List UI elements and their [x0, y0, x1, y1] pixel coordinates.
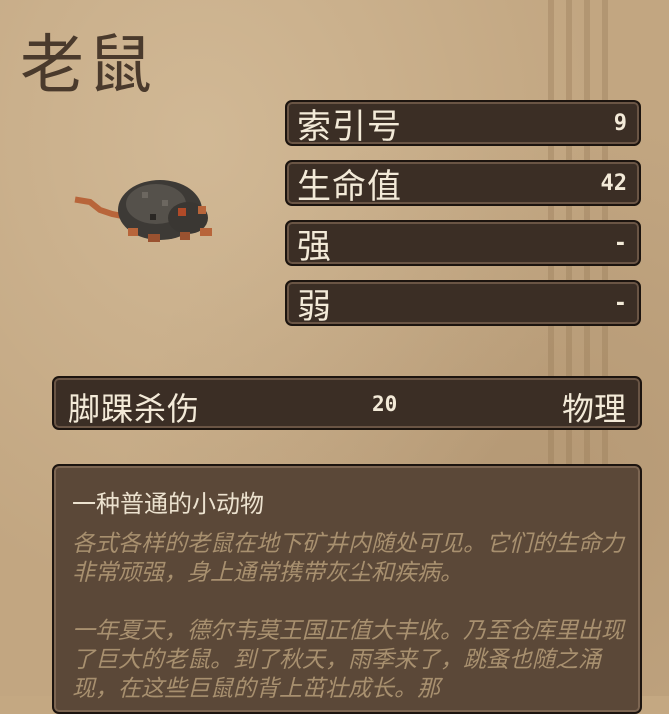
rat-sprite-icon [74, 180, 212, 242]
stat-row-strength: 强 - [285, 220, 641, 267]
creature-name: 老鼠 [20, 29, 156, 103]
stat-value: - [613, 290, 627, 316]
stat-label: 生命值 [297, 166, 402, 207]
stat-label: 强 [297, 226, 332, 267]
stat-label: 索引号 [297, 106, 402, 147]
attack-damage: 20 [372, 392, 398, 416]
attack-row: 脚踝杀伤 20 物理 [52, 376, 642, 430]
description-panel: 一种普通的小动物 各式各样的老鼠在地下矿井内随处可见。它们的生命力非常顽强，身上… [52, 464, 642, 714]
stat-row-weakness: 弱 - [285, 280, 641, 327]
stat-row-health: 生命值 42 [285, 160, 641, 207]
stat-value: 9 [613, 110, 627, 136]
stat-row-index: 索引号 9 [285, 100, 641, 147]
attack-name: 脚踝杀伤 [68, 390, 201, 428]
stat-value: - [613, 230, 627, 256]
attack-type: 物理 [561, 390, 626, 428]
stat-label: 弱 [297, 286, 332, 327]
description-text: 各式各样的老鼠在地下矿井内随处可见。它们的生命力非常顽强，身上通常携带灰尘和疾病… [72, 530, 632, 712]
description-paragraph: 一年夏天，德尔韦莫王国正值大丰收。乃至仓库里出现了巨大的老鼠。到了秋天，雨季来了… [72, 618, 624, 702]
description-paragraph: 各式各样的老鼠在地下矿井内随处可见。它们的生命力非常顽强，身上通常携带灰尘和疾病… [72, 531, 624, 586]
stat-value: 42 [600, 170, 628, 196]
description-title: 一种普通的小动物 [72, 490, 264, 518]
